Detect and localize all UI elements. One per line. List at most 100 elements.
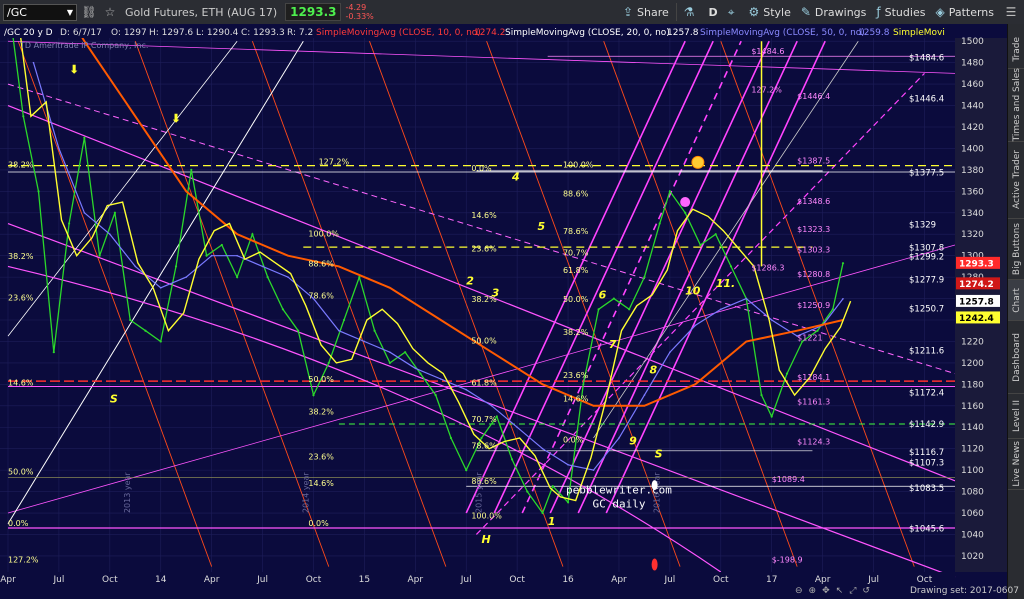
fib-price-label: 127.2% [751, 86, 782, 95]
flask-button[interactable]: ⚗ [679, 0, 704, 24]
price-chart[interactable]: 0.0% 14.6% 23.6% 38.2% 50.0% 61.8% 70.7% 78.6% 8… [0, 24, 1007, 585]
axis-price-tag: 1242.4 [959, 314, 994, 324]
patterns-button[interactable]: ◈ Patterns [930, 0, 999, 24]
fib-percent-label: 0.0% [563, 435, 584, 444]
right-tab-dashboard[interactable]: Dashboard [1008, 321, 1024, 394]
fib-price-label: $1089.4 [772, 475, 805, 484]
right-tab-trade[interactable]: Trade [1008, 30, 1024, 69]
series-point [760, 393, 763, 397]
price-level-tag: $1211.6 [909, 346, 944, 356]
series-point [419, 372, 422, 375]
fib-percent-label: 61.8% [563, 266, 589, 275]
crosshair-icon: ⌖ [727, 4, 735, 19]
series-point [643, 394, 646, 396]
right-tab-times-and-sales[interactable]: Times and Sales [1008, 68, 1024, 142]
series-point [363, 340, 366, 343]
fib-price-label: $1323.3 [797, 225, 830, 234]
series-point [510, 458, 514, 461]
series-point [287, 254, 289, 257]
price-level-tag: $1116.7 [909, 448, 944, 458]
x-tick-label: Jul [663, 575, 675, 585]
series-point [582, 383, 585, 386]
series-point [373, 329, 376, 332]
share-button[interactable]: ⇪ Share [618, 0, 674, 24]
series-point [643, 276, 646, 279]
fib-percent-label: 78.6% [471, 442, 497, 451]
series-point [842, 297, 844, 300]
wave-label: 2 [466, 275, 474, 288]
right-tab-level-ii[interactable]: Level II [1008, 394, 1024, 439]
series-point [389, 351, 391, 353]
symbol-selector[interactable]: /GC ▼ [3, 3, 77, 21]
series-point [129, 318, 132, 322]
period-button[interactable]: D [704, 0, 723, 24]
series-point [668, 190, 671, 193]
wave-label: S [110, 393, 118, 406]
right-tab-live-news[interactable]: Live News [1008, 439, 1024, 490]
x-tick-label: Jul [256, 575, 268, 585]
series-point [745, 340, 748, 343]
drawings-button[interactable]: ✎ Drawings [796, 0, 872, 24]
y-tick-label: 1180 [961, 380, 984, 390]
series-point [699, 243, 702, 247]
price-level-tag: $1045.6 [909, 524, 944, 534]
cursor-icon[interactable]: ↖ [836, 586, 844, 596]
y-tick-label: 1160 [961, 402, 984, 412]
studies-button[interactable]: ƒ Studies [871, 0, 930, 24]
axis-price-tag: 1257.8 [959, 297, 994, 307]
x-tick-label: Apr [815, 575, 831, 585]
x-tick-label: Oct [917, 575, 933, 585]
right-tab-chart[interactable]: Chart [1008, 280, 1024, 321]
right-tab-label: Level II [1011, 400, 1022, 432]
y-tick-label: 1220 [961, 337, 984, 347]
y-tick-label: 1380 [961, 166, 984, 176]
series-point [134, 265, 137, 268]
series-point [770, 415, 773, 418]
y-tick-label: 1020 [961, 552, 984, 562]
fib-price-label: $1484.6 [751, 47, 784, 56]
series-point [551, 485, 554, 488]
series-point [109, 233, 111, 236]
status-open: O: 1297 [111, 28, 147, 38]
fib-percent-label: 0.0% [471, 164, 492, 173]
series-point [658, 222, 661, 225]
fib-percent-label: 23.6% [563, 371, 589, 380]
fib-percent-label: 78.6% [563, 227, 589, 236]
fib-percent-label: 50.0% [8, 467, 34, 476]
series-point [439, 378, 442, 380]
fib-percent-label: 14.6% [471, 211, 497, 220]
fib-percent-label: 38.2% [8, 161, 34, 170]
right-tab-big-buttons[interactable]: Big Buttons [1008, 219, 1024, 280]
crosshair-button[interactable]: ⌖ [723, 0, 744, 24]
series-point [465, 388, 468, 391]
fib-price-label: $1348.6 [797, 197, 830, 206]
study-sma50: SimpleMovingAvg (CLOSE, 50, 0, no) [700, 28, 865, 38]
watermark: TD Ameritrade IP Company, Inc. [19, 41, 148, 50]
right-tab-active-trader[interactable]: Active Trader [1008, 142, 1024, 219]
price-level-tag: $1299.2 [909, 253, 944, 263]
right-tab-label: Chart [1011, 287, 1022, 313]
x-tick-label: 16 [562, 575, 574, 585]
series-point [266, 276, 269, 279]
wave-label: 8 [650, 364, 658, 377]
x-tick-label: Apr [408, 575, 424, 585]
series-point [643, 404, 646, 407]
year-label: 2014 year [301, 472, 310, 513]
link-icon[interactable]: ⛓ [80, 3, 98, 21]
fit-icon[interactable]: ⤢ [849, 586, 856, 596]
fib-percent-label: 70.7% [563, 249, 589, 258]
zoom-in-icon[interactable]: ⊕ [809, 586, 817, 596]
pan-icon[interactable]: ✥ [822, 586, 830, 596]
style-button[interactable]: ⚙ Style [743, 0, 795, 24]
series-point [516, 426, 518, 429]
series-point [770, 319, 773, 321]
zoom-out-icon[interactable]: ⊖ [795, 586, 803, 596]
price-level-tag: $1484.6 [909, 54, 944, 64]
x-tick-label: Jul [52, 575, 64, 585]
x-tick-label: Jul [867, 575, 879, 585]
price-level-tag: $1329 [909, 221, 936, 231]
fib-percent-label: 38.2% [8, 252, 34, 261]
menu-icon[interactable]: ☰ [1002, 3, 1020, 21]
reset-icon[interactable]: ↺ [862, 586, 870, 596]
star-icon[interactable]: ☆ [101, 3, 119, 21]
